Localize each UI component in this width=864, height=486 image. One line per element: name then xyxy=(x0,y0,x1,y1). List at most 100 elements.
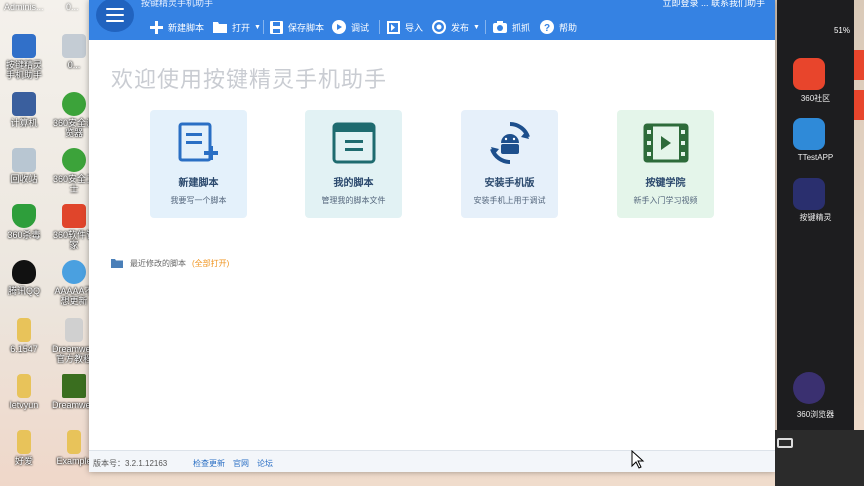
file-icon xyxy=(62,34,86,58)
publish-label: 发布 xyxy=(451,22,470,33)
save-script-label: 保存脚本 xyxy=(288,22,325,33)
folder-icon xyxy=(17,374,31,398)
card-new-script[interactable]: 新建脚本 我要写一个脚本 xyxy=(150,110,247,218)
menu-icon xyxy=(106,8,124,22)
desktop-icon-computer[interactable]: 计算机 xyxy=(2,92,46,128)
help-button[interactable]: ? 帮助 xyxy=(540,18,577,36)
version-text: 版本号：3.2.1.12163 xyxy=(93,459,168,468)
import-button[interactable]: 导入 xyxy=(386,18,423,36)
software-manager-icon xyxy=(62,204,86,228)
debug-button[interactable]: 调试 xyxy=(332,18,369,36)
phone-battery-status: 51% xyxy=(833,26,850,35)
new-script-button[interactable]: 新建脚本 xyxy=(149,18,204,36)
toolbar: 按键精灵手机助手 立即登录 ... 联系我们助手 新建脚本 打开 ▼ 保存脚本 xyxy=(89,0,775,40)
toolbar-separator xyxy=(485,20,486,34)
folder-open-icon xyxy=(213,20,227,34)
desktop-icon-label: letvyun xyxy=(9,400,39,410)
desktop-icon-letvyun[interactable]: letvyun xyxy=(2,374,46,410)
mouse-cursor-icon xyxy=(631,450,645,469)
desktop-icon-label: 360杀毒 xyxy=(7,230,41,240)
card-subtitle: 新手入门学习视频 xyxy=(633,196,698,205)
desktop-icon-label: 腾讯QQ xyxy=(7,286,40,296)
video-film-icon xyxy=(643,120,689,166)
main-menu-button[interactable] xyxy=(96,0,134,32)
ttestapp-icon[interactable] xyxy=(793,118,825,150)
desktop-icon-label: 好爱 xyxy=(14,456,33,466)
browser-360-phone-icon[interactable] xyxy=(793,372,825,404)
dropdown-arrow-icon[interactable]: ▼ xyxy=(254,24,261,31)
card-title: 安装手机版 xyxy=(484,178,535,189)
card-subtitle: 我要写一个脚本 xyxy=(170,196,227,205)
save-script-button[interactable]: 保存脚本 xyxy=(269,18,324,36)
open-label: 打开 xyxy=(232,22,251,33)
card-my-scripts[interactable]: 我的脚本 管理我的脚本文件 xyxy=(305,110,402,218)
toolbar-right-links[interactable]: 立即登录 ... 联系我们助手 xyxy=(662,0,765,9)
card-title: 新建脚本 xyxy=(178,178,219,189)
card-title: 我的脚本 xyxy=(333,178,374,189)
app-label: TTestAPP xyxy=(797,153,834,162)
keyboard-wizard-icon[interactable] xyxy=(793,178,825,210)
new-script-label: 新建脚本 xyxy=(168,22,205,33)
app-window: 按键精灵手机助手 立即登录 ... 联系我们助手 新建脚本 打开 ▼ 保存脚本 xyxy=(89,0,775,472)
card-subtitle: 安装手机上用于调试 xyxy=(473,196,546,205)
check-update-link[interactable]: 检查更新 xyxy=(193,458,225,469)
camera-icon xyxy=(493,20,507,34)
desktop-icon-label: 6.1547 xyxy=(10,344,38,354)
computer-icon xyxy=(12,92,36,116)
dropdown-arrow-icon[interactable]: ▼ xyxy=(473,24,480,31)
svg-text:?: ? xyxy=(544,23,550,34)
desktop-user-text: Adminis... xyxy=(4,2,44,12)
desktop-icon-phone-assistant[interactable]: 按键精灵手机助手 xyxy=(2,34,46,80)
publish-button[interactable]: 发布 ▼ xyxy=(432,18,480,36)
desktop-icon-label: 按键精灵手机助手 xyxy=(5,60,42,80)
side-strip xyxy=(854,50,864,130)
status-bar: 版本号：3.2.1.12163 检查更新 官网 论坛 xyxy=(89,450,775,472)
open-all-link[interactable]: (全部打开) xyxy=(192,258,229,269)
help-label: 帮助 xyxy=(559,22,578,33)
recent-scripts: 最近修改的脚本 (全部打开) xyxy=(111,258,229,269)
desktop-icon-label: Example xyxy=(56,456,92,466)
phone-screen: 51% 360社区 TTestAPP 按键精灵 360浏览器 xyxy=(777,0,854,430)
import-icon xyxy=(386,20,400,34)
phone-nav-bar xyxy=(775,430,864,486)
window-title: 按键精灵手机助手 xyxy=(141,0,214,8)
desktop-icon-qq[interactable]: 腾讯QQ xyxy=(2,260,46,296)
my-scripts-icon xyxy=(331,120,377,166)
welcome-title: 欢迎使用按键精灵手机助手 xyxy=(111,68,388,93)
desktop-icon-folder-6-1547[interactable]: 6.1547 xyxy=(2,318,46,354)
open-button[interactable]: 打开 ▼ xyxy=(213,18,261,36)
desktop-icon-recycle-bin[interactable]: 回收站 xyxy=(2,148,46,184)
capture-button[interactable]: 抓抓 xyxy=(493,18,530,36)
security-360-icon xyxy=(62,148,86,172)
back-icon[interactable] xyxy=(777,438,793,448)
card-key-academy[interactable]: 按键学院 新手入门学习视频 xyxy=(617,110,714,218)
new-script-icon xyxy=(176,120,222,166)
help-icon: ? xyxy=(540,20,554,34)
website-link[interactable]: 官网 xyxy=(233,458,249,469)
phone-assistant-icon xyxy=(12,34,36,58)
antivirus-360-icon xyxy=(12,204,36,228)
browser-360-icon xyxy=(62,92,86,116)
import-label: 导入 xyxy=(405,22,424,33)
recycle-bin-icon xyxy=(12,148,36,172)
app-label: 360浏览器 xyxy=(796,410,835,419)
community-360-icon[interactable] xyxy=(793,58,825,90)
android-sync-icon xyxy=(487,120,533,166)
dreamweaver-icon xyxy=(62,374,86,398)
folder-icon xyxy=(67,430,81,454)
toolbar-separator xyxy=(263,20,264,34)
toolbar-separator xyxy=(379,20,380,34)
desktop-area: Adminis... 0... 按键精灵手机助手 0... 计算机 360安全浏… xyxy=(0,0,103,486)
debug-label: 调试 xyxy=(351,22,370,33)
qq-icon xyxy=(12,260,36,284)
phone-mirror: 51% 360社区 TTestAPP 按键精灵 360浏览器 xyxy=(775,0,864,486)
publish-icon xyxy=(432,20,446,34)
desktop-icon-haoai[interactable]: 好爱 xyxy=(2,430,46,466)
desktop-top-file-text: 0... xyxy=(66,2,79,12)
forum-link[interactable]: 论坛 xyxy=(257,458,273,469)
desktop-icon-antivirus-360[interactable]: 360杀毒 xyxy=(2,204,46,240)
play-icon xyxy=(332,20,346,34)
folder-icon xyxy=(17,430,31,454)
desktop-icon-label: 0... xyxy=(67,60,81,70)
card-install-mobile[interactable]: 安装手机版 安装手机上用于调试 xyxy=(461,110,558,218)
